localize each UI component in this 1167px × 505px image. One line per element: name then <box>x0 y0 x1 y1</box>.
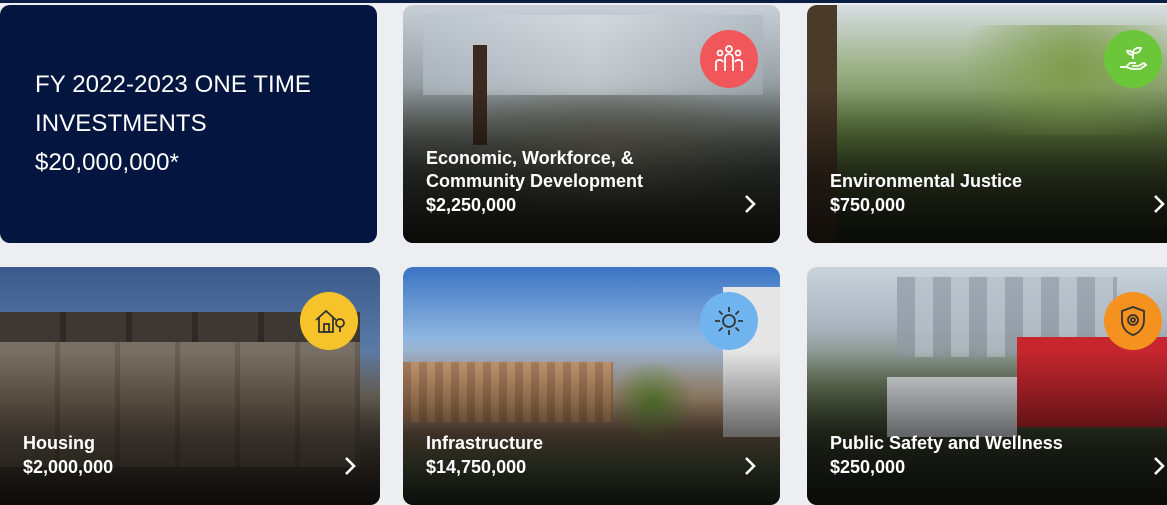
chevron-right-icon[interactable] <box>742 455 758 477</box>
card-environmental-justice[interactable]: Environmental Justice $750,000 <box>807 5 1167 243</box>
card-title: Public Safety and Wellness <box>830 433 1063 453</box>
intro-text: FY 2022-2023 ONE TIME INVESTMENTS $20,00… <box>35 65 355 182</box>
house-tree-icon <box>300 292 358 350</box>
card-title: Economic, Workforce, & <box>426 148 634 168</box>
card-housing[interactable]: Housing $2,000,000 <box>0 267 380 505</box>
card-caption: Public Safety and Wellness $250,000 <box>830 432 1063 479</box>
top-rule <box>0 0 1167 3</box>
chevron-right-icon[interactable] <box>742 193 758 215</box>
gear-icon <box>700 292 758 350</box>
card-title: Housing <box>23 433 95 453</box>
card-caption: Environmental Justice $750,000 <box>830 170 1022 217</box>
intro-line-1: FY 2022-2023 ONE TIME <box>35 71 312 98</box>
card-public-safety-wellness[interactable]: Public Safety and Wellness $250,000 <box>807 267 1167 505</box>
card-title: Infrastructure <box>426 433 544 453</box>
intro-total: $20,000,000* <box>35 149 180 176</box>
chevron-right-icon[interactable] <box>1151 193 1167 215</box>
card-amount: $750,000 <box>830 195 906 215</box>
card-caption: Infrastructure $14,750,000 <box>426 432 543 479</box>
people-group-icon <box>700 30 758 88</box>
card-caption: Housing $2,000,000 <box>23 432 113 479</box>
intro-line-2: INVESTMENTS <box>35 110 207 137</box>
badge-shield-icon <box>1104 292 1162 350</box>
intro-card: FY 2022-2023 ONE TIME INVESTMENTS $20,00… <box>0 5 377 243</box>
card-economic-workforce-community[interactable]: Economic, Workforce, & Community Develop… <box>403 5 780 243</box>
chevron-right-icon[interactable] <box>342 455 358 477</box>
hand-seedling-icon <box>1104 30 1162 88</box>
card-amount: $2,250,000 <box>426 195 517 215</box>
card-amount: $2,000,000 <box>23 457 114 477</box>
card-title: Environmental Justice <box>830 171 1023 191</box>
card-caption: Economic, Workforce, & Community Develop… <box>426 147 643 217</box>
card-amount: $14,750,000 <box>426 457 527 477</box>
chevron-right-icon[interactable] <box>1151 455 1167 477</box>
card-title-line-2: Community Development <box>426 171 644 191</box>
card-amount: $250,000 <box>830 457 906 477</box>
card-infrastructure[interactable]: Infrastructure $14,750,000 <box>403 267 780 505</box>
